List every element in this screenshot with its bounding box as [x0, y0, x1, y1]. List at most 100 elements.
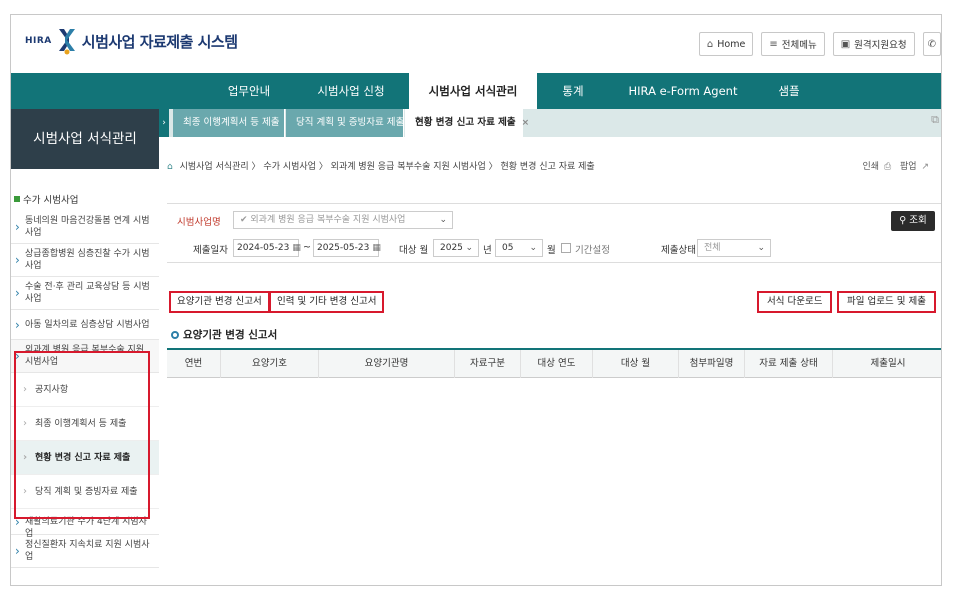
project-label: 시범사업명 — [177, 217, 221, 228]
search-button-label: 조회 — [909, 215, 927, 226]
chevron-down-icon: ⌄ — [529, 243, 537, 253]
search-button[interactable]: ⚲ 조회 — [891, 211, 935, 231]
phone-icon: ✆ — [927, 38, 936, 50]
status-value: 전체 — [704, 243, 721, 253]
nav-eform-agent[interactable]: HIRA e-Form Agent — [615, 73, 751, 109]
lnb-root-label: 수가 시범사업 — [23, 195, 79, 206]
col-name[interactable]: 요양기관명 — [319, 350, 455, 378]
col-attachment[interactable]: 첨부파일명 — [679, 350, 745, 378]
search-icon: ⚲ — [899, 215, 907, 226]
date-label: 제출일자 — [193, 245, 228, 256]
section-title-text: 요양기관 변경 신고서 — [183, 329, 278, 341]
tree-node-icon — [14, 196, 20, 202]
phone-button[interactable]: ✆ — [922, 32, 941, 56]
col-code[interactable]: 요양기호 — [221, 350, 319, 378]
month-value: 05 — [502, 243, 514, 253]
nav-stats[interactable]: 통계 — [541, 73, 605, 109]
lnb-highlight-box — [14, 351, 150, 519]
lnb-item-child[interactable]: 아동 일차의료 심층상담 시범사업 — [11, 310, 159, 340]
breadcrumb-path: 시범사업 서식관리 〉 수가 시범사업 〉 외과계 병원 응급 복부수술 지원 … — [179, 162, 595, 172]
col-no[interactable]: 연번 — [167, 350, 221, 378]
year-value: 2025 — [440, 243, 463, 253]
lnb-item-surgery-edu[interactable]: 수술 전·후 관리 교육상담 등 시범사업 — [11, 277, 159, 310]
print-icon: ⎙ — [883, 162, 892, 172]
nav-apply[interactable]: 시범사업 신청 — [303, 73, 399, 109]
tab-duty-plan[interactable]: 당직 계획 및 증빙자료 제출× — [286, 109, 418, 137]
tab-scroll-icon[interactable]: › — [159, 109, 169, 137]
month-unit: 월 — [547, 245, 556, 256]
date-from-value: 2024-05-23 — [237, 243, 290, 253]
project-select[interactable]: ✔ 외과계 병원 응급 복부수술 지원 시범사업 ⌄ — [233, 211, 453, 229]
project-value: ✔ 외과계 병원 응급 복부수술 지원 시범사업 — [240, 215, 406, 225]
subtab-staff-change[interactable]: 인력 및 기타 변경 신고서 — [269, 291, 385, 313]
popup-link[interactable]: 팝업 — [900, 162, 917, 172]
col-status[interactable]: 자료 제출 상태 — [745, 350, 833, 378]
chevron-down-icon: ⌄ — [465, 243, 473, 253]
status-select[interactable]: 전체 ⌄ — [697, 239, 771, 257]
subtab-institution-change[interactable]: 요양기관 변경 신고서 — [169, 291, 270, 313]
app-window: HIRA 시범사업 자료제출 시스템 ⌂ Home ≡ 전체메뉴 ▣ 원격지원요… — [10, 14, 942, 586]
logo-mark-icon — [56, 27, 78, 55]
month-label: 대상 월 — [399, 245, 429, 256]
chevron-down-icon: ⌄ — [439, 215, 447, 225]
period-checkbox[interactable] — [561, 243, 571, 253]
header: HIRA 시범사업 자료제출 시스템 ⌂ Home ≡ 전체메뉴 ▣ 원격지원요… — [11, 15, 941, 73]
lnb-item-maum[interactable]: 동네의원 마음건강돌봄 연계 시범사업 — [11, 211, 159, 244]
col-type[interactable]: 자료구분 — [455, 350, 521, 378]
col-year[interactable]: 대상 연도 — [521, 350, 593, 378]
upload-submit-button[interactable]: 파일 업로드 및 제출 — [837, 291, 936, 313]
date-tilde: ~ — [303, 242, 311, 253]
home-icon: ⌂ — [706, 38, 714, 50]
period-label: 기간설정 — [575, 245, 610, 256]
print-link[interactable]: 인쇄 — [863, 162, 880, 172]
home-button[interactable]: ⌂ Home — [698, 32, 754, 56]
tab-label: 현황 변경 신고 자료 제출 — [415, 117, 516, 128]
home-label: Home — [717, 38, 746, 50]
data-table-header: 연번 요양기호 요양기관명 자료구분 대상 연도 대상 월 첨부파일명 자료 제… — [167, 348, 941, 378]
tab-final-plan[interactable]: 최종 이행계획서 등 제출× — [173, 109, 293, 137]
date-to-field[interactable]: 2025-05-23 ▦ — [313, 239, 381, 257]
year-select[interactable]: 2025 ⌄ — [433, 239, 479, 257]
form-download-button[interactable]: 서식 다운로드 — [757, 291, 833, 313]
year-unit: 년 — [483, 245, 492, 256]
tab-label: 최종 이행계획서 등 제출 — [183, 117, 280, 128]
month-select[interactable]: 05 ⌄ — [495, 239, 543, 257]
col-month[interactable]: 대상 월 — [593, 350, 679, 378]
home-icon[interactable]: ⌂ — [167, 162, 173, 172]
tab-label: 당직 계획 및 증빙자료 제출 — [296, 117, 405, 128]
date-from-field[interactable]: 2024-05-23 ▦ — [233, 239, 301, 257]
nav-guide[interactable]: 업무안내 — [207, 73, 291, 109]
section-title: 요양기관 변경 신고서 — [171, 327, 277, 342]
col-submitted-at[interactable]: 제출일시 — [833, 350, 941, 378]
date-to-value: 2025-05-23 — [317, 243, 370, 253]
tab-close-all-icon[interactable]: ⧉ — [931, 113, 939, 127]
lnb-title: 시범사업 서식관리 — [11, 109, 159, 169]
header-buttons: ⌂ Home ≡ 전체메뉴 ▣ 원격지원요청 ✆ — [698, 32, 941, 56]
all-menu-label: 전체메뉴 — [781, 40, 817, 51]
close-icon[interactable]: × — [522, 118, 530, 128]
all-menu-button[interactable]: ≡ 전체메뉴 — [761, 32, 825, 56]
logo-hira-text: HIRA — [25, 36, 52, 46]
remote-support-button[interactable]: ▣ 원격지원요청 — [832, 32, 915, 56]
tab-strip: › 최종 이행계획서 등 제출× 당직 계획 및 증빙자료 제출× 현황 변경 … — [159, 109, 941, 137]
bullet-icon — [171, 331, 179, 339]
logo[interactable]: HIRA 시범사업 자료제출 시스템 — [25, 27, 238, 55]
site-title: 시범사업 자료제출 시스템 — [81, 32, 238, 51]
nav-forms[interactable]: 시범사업 서식관리 — [409, 73, 537, 109]
remote-support-label: 원격지원요청 — [854, 40, 907, 51]
page-tools: 인쇄 ⎙ 팝업 ↗ — [863, 159, 930, 172]
nav-sample[interactable]: 샘플 — [757, 73, 821, 109]
lnb-root[interactable]: 수가 시범사업 — [11, 187, 159, 211]
lnb-item-deep-consult[interactable]: 상급종합병원 심층진찰 수가 시범사업 — [11, 244, 159, 277]
search-form: 시범사업명 ✔ 외과계 병원 응급 복부수술 지원 시범사업 ⌄ ⚲ 조회 제출… — [167, 203, 941, 263]
external-link-icon: ↗ — [921, 162, 929, 172]
menu-icon: ≡ — [769, 38, 778, 50]
calendar-icon[interactable]: ▦ — [372, 243, 381, 253]
chevron-down-icon: ⌄ — [757, 243, 765, 253]
tab-status-change[interactable]: 현황 변경 신고 자료 제출 × — [405, 109, 529, 137]
lnb-item-mental[interactable]: 정신질환자 지속치료 지원 시범사업 — [11, 535, 159, 568]
status-label: 제출상태 — [661, 245, 696, 256]
monitor-icon: ▣ — [840, 38, 851, 50]
main-nav: 업무안내 시범사업 신청 시범사업 서식관리 통계 HIRA e-Form Ag… — [11, 73, 941, 109]
calendar-icon[interactable]: ▦ — [292, 243, 301, 253]
